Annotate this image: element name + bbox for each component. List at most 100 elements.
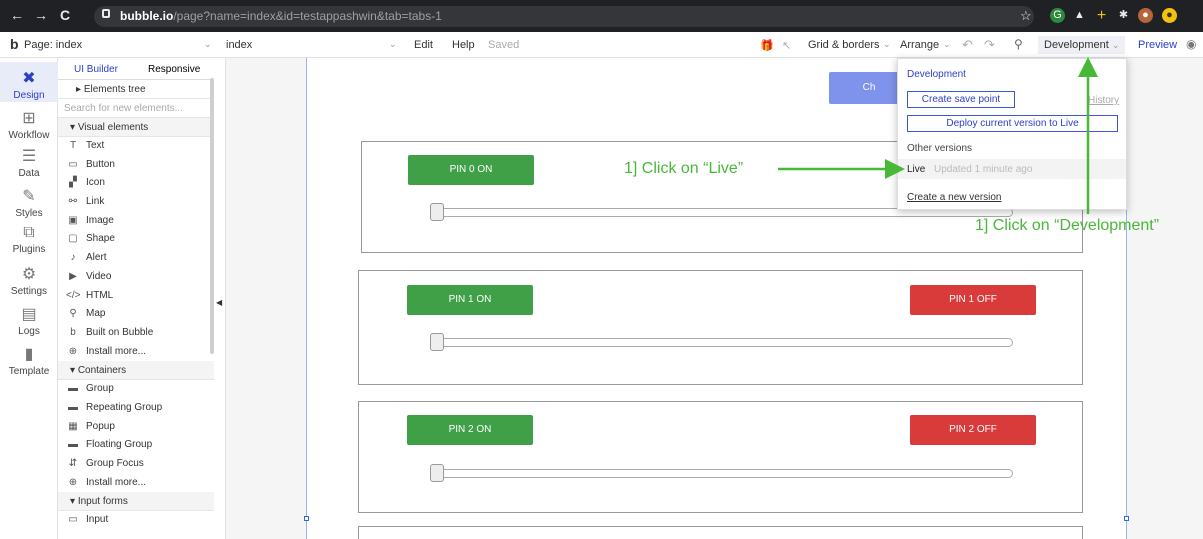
element-html[interactable]: </> HTML — [58, 287, 214, 306]
chevron-down-icon[interactable]: ⌄ — [204, 39, 212, 50]
element-alert[interactable]: ♪ Alert — [58, 249, 214, 268]
section-containers[interactable]: ▾ Containers — [58, 361, 214, 381]
element-repeating-group[interactable]: ▬ Repeating Group — [58, 399, 214, 418]
dropdown-title: Development — [907, 69, 966, 80]
slider-handle[interactable] — [430, 333, 444, 351]
element-selector[interactable]: index — [226, 39, 252, 51]
element-label: Repeating Group — [86, 401, 163, 413]
create-new-version-link[interactable]: Create a new version — [907, 192, 1002, 203]
shape-icon: ▢ — [68, 233, 78, 245]
rail-item-logs[interactable]: ▤ Logs — [0, 302, 58, 337]
element-group[interactable]: ▬ Group — [58, 380, 214, 399]
left-rail: ✖ Design ⊞ Workflow ☰ Data ✎ Styles ⧉ Plugins… — [0, 58, 58, 539]
slider-track[interactable] — [438, 338, 1013, 347]
resize-handle[interactable] — [1124, 516, 1129, 521]
arrange-menu[interactable]: Arrange — [900, 39, 939, 51]
element-button[interactable]: ▭ Button — [58, 156, 214, 175]
undo-icon[interactable]: ↶ — [962, 37, 973, 53]
slider-handle[interactable] — [430, 464, 444, 482]
section-input-forms[interactable]: ▾ Input forms — [58, 492, 214, 512]
element-label: Floating Group — [86, 439, 153, 451]
element-shape[interactable]: ▢ Shape — [58, 230, 214, 249]
elements-tree-toggle[interactable]: ▸ Elements tree — [58, 80, 214, 99]
element-map[interactable]: ⚲ Map — [58, 305, 214, 324]
puzzle-icon[interactable]: ✱ — [1116, 8, 1131, 23]
rail-item-design[interactable]: ✖ Design — [0, 62, 58, 102]
pin-2-on-button[interactable]: PIN 2 ON — [407, 415, 533, 445]
rail-label: Design — [13, 90, 45, 101]
chevron-down-icon[interactable]: ⌄ — [883, 39, 891, 50]
page-selector[interactable]: Page: index — [24, 39, 82, 51]
history-link[interactable]: History — [1088, 95, 1119, 106]
resize-handle[interactable] — [304, 516, 309, 521]
gift-icon[interactable]: 🎁 — [760, 39, 774, 52]
search-icon[interactable]: ⚲ — [1014, 37, 1023, 51]
element-label: Popup — [86, 420, 115, 432]
design-icon: ✖ — [22, 70, 36, 87]
element-group-focus[interactable]: ⇵ Group Focus — [58, 455, 214, 474]
bubble-logo-icon[interactable]: b — [10, 36, 19, 52]
rail-item-styles[interactable]: ✎ Styles — [0, 184, 58, 219]
element-floating-group[interactable]: ▬ Floating Group — [58, 436, 214, 455]
deploy-to-live-button[interactable]: Deploy current version to Live — [907, 115, 1118, 132]
pin-card-3[interactable] — [358, 526, 1083, 539]
chevron-down-icon[interactable]: ⌄ — [943, 39, 951, 50]
url-path: /page?name=index&id=testappashwin&tab=ta… — [173, 9, 442, 23]
forward-arrow-icon[interactable]: → — [34, 7, 48, 23]
pin-2-off-button[interactable]: PIN 2 OFF — [910, 415, 1036, 445]
slider-handle[interactable] — [430, 203, 444, 221]
rail-label: Data — [18, 168, 40, 179]
rail-item-data[interactable]: ☰ Data — [0, 144, 58, 179]
cursor-icon[interactable]: ↖ — [782, 39, 791, 52]
extension-icon[interactable]: G — [1050, 8, 1065, 23]
element-install-more[interactable]: ⊕ Install more... — [58, 343, 214, 362]
grid-borders-menu[interactable]: Grid & borders — [808, 39, 880, 51]
tab-responsive[interactable]: Responsive — [148, 64, 200, 75]
search-elements-input[interactable]: Search for new elements... — [58, 99, 214, 118]
pin-0-on-button[interactable]: PIN 0 ON — [408, 155, 534, 185]
redo-icon[interactable]: ↷ — [984, 37, 995, 53]
caret-down-icon: ▾ — [70, 496, 78, 508]
element-popup[interactable]: ▦ Popup — [58, 418, 214, 437]
live-version-row[interactable]: Live Updated 1 minute ago — [898, 159, 1126, 179]
chevron-down-icon[interactable]: ⌄ — [389, 39, 397, 50]
rail-item-template[interactable]: ▮ Template — [0, 342, 58, 377]
help-menu[interactable]: Help — [452, 39, 475, 51]
bookmark-star-icon[interactable]: ☆ — [1020, 8, 1032, 24]
element-install-more-containers[interactable]: ⊕ Install more... — [58, 474, 214, 493]
drive-icon[interactable]: ▲ — [1072, 8, 1087, 23]
rail-item-plugins[interactable]: ⧉ Plugins — [0, 222, 58, 256]
menu-icon[interactable]: ● — [1162, 8, 1177, 23]
rail-item-workflow[interactable]: ⊞ Workflow — [0, 106, 58, 141]
back-arrow-icon[interactable]: ← — [10, 7, 24, 23]
popup-icon: ▦ — [68, 420, 78, 432]
pin-1-on-button[interactable]: PIN 1 ON — [407, 285, 533, 315]
tab-ui-builder[interactable]: UI Builder — [74, 64, 118, 75]
preview-link[interactable]: Preview — [1138, 39, 1177, 51]
create-save-point-button[interactable]: Create save point — [907, 91, 1015, 108]
bubble-logo-icon: b — [70, 326, 76, 338]
element-text[interactable]: T Text — [58, 137, 214, 156]
slider-track[interactable] — [438, 469, 1013, 478]
panel-collapse-handle[interactable]: ◀ — [214, 58, 226, 539]
element-input[interactable]: ▭ Input — [58, 511, 214, 530]
edit-menu[interactable]: Edit — [414, 39, 433, 51]
element-built-on-bubble[interactable]: b Built on Bubble — [58, 324, 214, 343]
element-link[interactable]: ⚯ Link — [58, 193, 214, 212]
settings-icon: ⚙ — [21, 266, 37, 283]
reload-icon[interactable]: C — [60, 7, 70, 23]
profile-avatar[interactable]: ● — [1138, 8, 1153, 23]
address-bar[interactable]: bubble.io/page?name=index&id=testappashw… — [94, 6, 1034, 27]
html-code-icon: </> — [66, 289, 81, 301]
section-visual-elements[interactable]: ▾ Visual elements — [58, 118, 214, 137]
development-dropdown[interactable]: Development ⌄ — [1038, 36, 1126, 54]
plugins-icon: ⧉ — [23, 224, 35, 241]
pin-1-off-button[interactable]: PIN 1 OFF — [910, 285, 1036, 315]
plus-extension-icon[interactable]: + — [1094, 8, 1109, 24]
element-icon[interactable]: ▞ Icon — [58, 174, 214, 193]
account-icon[interactable]: ◉ — [1186, 37, 1196, 51]
icon-icon: ▞ — [69, 177, 77, 189]
element-video[interactable]: ▶ Video — [58, 268, 214, 287]
rail-item-settings[interactable]: ⚙ Settings — [0, 262, 58, 297]
element-image[interactable]: ▣ Image — [58, 212, 214, 231]
